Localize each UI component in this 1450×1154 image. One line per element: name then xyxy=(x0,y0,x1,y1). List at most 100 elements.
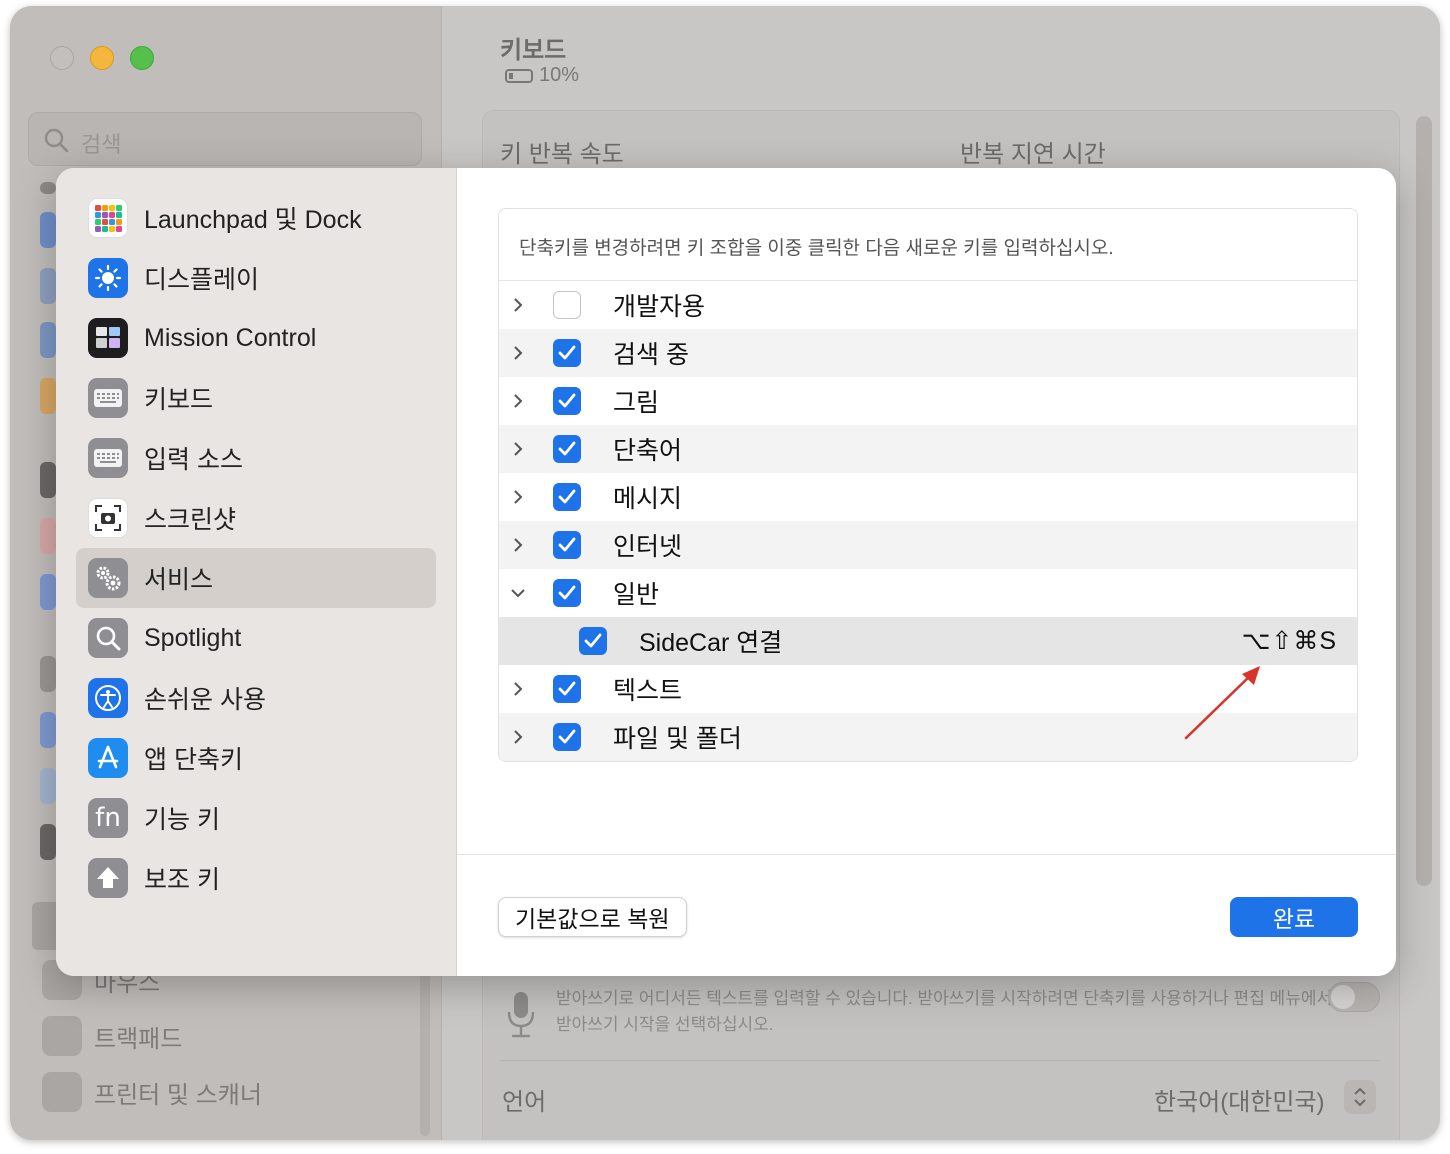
close-window-button[interactable] xyxy=(50,46,74,70)
main-scrollbar[interactable] xyxy=(1416,116,1432,886)
sidebar-item-screenshots[interactable]: 스크린샷 xyxy=(76,488,436,548)
sidebar-item-label: 프린터 및 스캐너 xyxy=(94,1081,262,1109)
checkmark-icon xyxy=(558,729,576,744)
maximize-window-button[interactable] xyxy=(130,46,154,70)
sidebar-item-launchpad-dock[interactable]: Launchpad 및 Dock xyxy=(76,188,436,248)
list-item-label: 파일 및 폴더 xyxy=(613,725,742,753)
checkbox[interactable] xyxy=(553,531,581,559)
battery-icon xyxy=(505,68,533,83)
list-item[interactable]: 인터넷 xyxy=(499,521,1357,569)
chevron-right-icon[interactable] xyxy=(509,440,527,458)
sidebar-item-function-keys[interactable]: fn 기능 키 xyxy=(76,788,436,848)
checkmark-icon xyxy=(558,345,576,360)
divider xyxy=(500,1060,1380,1061)
sidebar-item-modifier-keys[interactable]: 보조 키 xyxy=(76,848,436,908)
shortcut-keys[interactable]: ⌥⇧⌘S xyxy=(1242,626,1337,656)
printer-icon xyxy=(42,1072,82,1112)
keyboard-icon xyxy=(88,378,128,418)
sidebar-item-printers[interactable]: 프린터 및 스캐너 xyxy=(42,1072,262,1112)
partial-sidebar-icon xyxy=(40,712,56,748)
sidebar-item-label: 디스플레이 xyxy=(144,266,260,294)
sidebar-item-app-shortcuts[interactable]: 앱 단축키 xyxy=(76,728,436,788)
sidebar-item-trackpad[interactable]: 트랙패드 xyxy=(42,1016,182,1056)
sheet-footer: 기본값으로 복원 완료 xyxy=(457,854,1396,976)
modifier-keys-icon xyxy=(88,858,128,898)
list-item[interactable]: 개발자용 xyxy=(499,281,1357,329)
checkbox[interactable] xyxy=(579,627,607,655)
sidebar-item-label: 입력 소스 xyxy=(144,446,243,474)
checkbox[interactable] xyxy=(553,435,581,463)
annotation-arrow-icon xyxy=(1184,666,1260,740)
shortcuts-sidebar: Launchpad 및 Dock 디스플레이 Mission Control 키… xyxy=(56,168,457,976)
list-item-label: 일반 xyxy=(613,581,660,609)
sidebar-item-services[interactable]: 서비스 xyxy=(76,548,436,608)
app-shortcuts-icon xyxy=(88,738,128,778)
list-item[interactable]: 그림 xyxy=(499,377,1357,425)
chevron-right-icon[interactable] xyxy=(509,392,527,410)
search-placeholder: 검색 xyxy=(81,132,122,157)
minimize-window-button[interactable] xyxy=(90,46,114,70)
chevron-down-icon[interactable] xyxy=(509,584,527,602)
list-item[interactable]: 검색 중 xyxy=(499,329,1357,377)
checkbox[interactable] xyxy=(553,339,581,367)
chevron-right-icon[interactable] xyxy=(509,536,527,554)
partial-sidebar-icon xyxy=(40,322,56,358)
sidebar-item-mission-control[interactable]: Mission Control xyxy=(76,308,436,368)
accessibility-icon xyxy=(88,678,128,718)
sidebar-item-label: Mission Control xyxy=(144,323,317,352)
language-popup-button[interactable] xyxy=(1344,1080,1376,1114)
checkbox[interactable] xyxy=(553,387,581,415)
partial-sidebar-icon xyxy=(40,656,56,692)
language-label: 언어 xyxy=(502,1089,547,1116)
partial-sidebar-icon xyxy=(40,182,56,194)
list-item-sidecar[interactable]: SideCar 연결 ⌥⇧⌘S xyxy=(499,617,1357,665)
shortcuts-content: 단축키를 변경하려면 키 조합을 이중 클릭한 다음 새로운 키를 입력하십시오… xyxy=(457,168,1396,854)
partial-sidebar-icon xyxy=(40,378,56,414)
restore-defaults-button[interactable]: 기본값으로 복원 xyxy=(498,897,687,937)
battery-level: 10% xyxy=(539,64,580,86)
sidebar-item-accessibility[interactable]: 손쉬운 사용 xyxy=(76,668,436,728)
sidebar-item-label: 서비스 xyxy=(144,566,214,594)
partial-sidebar-icon xyxy=(40,574,56,610)
sidebar-item-label: Launchpad 및 Dock xyxy=(144,206,362,234)
sidebar-item-keyboard[interactable]: 키보드 xyxy=(76,368,436,428)
chevron-right-icon[interactable] xyxy=(509,728,527,746)
checkbox[interactable] xyxy=(553,291,581,319)
partial-sidebar-icon xyxy=(40,462,56,498)
sidebar-item-label: 보조 키 xyxy=(144,866,220,894)
search-field[interactable]: 검색 xyxy=(28,112,422,166)
keyboard-shortcuts-sheet: Launchpad 및 Dock 디스플레이 Mission Control 키… xyxy=(56,168,1396,976)
chevron-right-icon[interactable] xyxy=(509,488,527,506)
list-item[interactable]: 메시지 xyxy=(499,473,1357,521)
repeat-delay-label: 반복 지연 시간 xyxy=(960,141,1106,168)
chevron-right-icon[interactable] xyxy=(509,296,527,314)
sidebar-item-spotlight[interactable]: Spotlight xyxy=(76,608,436,668)
list-item[interactable]: 일반 xyxy=(499,569,1357,617)
list-item-label: 메시지 xyxy=(613,485,683,513)
partial-sidebar-icon xyxy=(40,518,56,554)
list-item-label: SideCar 연결 xyxy=(639,629,783,657)
chevron-right-icon[interactable] xyxy=(509,344,527,362)
sidebar-item-label: 트랙패드 xyxy=(94,1025,183,1053)
microphone-icon xyxy=(507,992,535,1038)
sidebar-item-label: Spotlight xyxy=(144,623,242,652)
sidebar-item-input-sources[interactable]: 입력 소스 xyxy=(76,428,436,488)
checkmark-icon xyxy=(558,441,576,456)
trackpad-icon xyxy=(42,1016,82,1056)
done-button[interactable]: 완료 xyxy=(1230,897,1358,937)
list-item[interactable]: 단축어 xyxy=(499,425,1357,473)
input-source-icon xyxy=(88,438,128,478)
services-icon xyxy=(88,558,128,598)
checkbox[interactable] xyxy=(553,723,581,751)
launchpad-icon xyxy=(88,198,128,238)
chevron-right-icon[interactable] xyxy=(509,680,527,698)
checkbox[interactable] xyxy=(553,675,581,703)
dictation-toggle[interactable] xyxy=(1328,982,1380,1012)
sidebar-item-display[interactable]: 디스플레이 xyxy=(76,248,436,308)
checkbox[interactable] xyxy=(553,483,581,511)
screenshot-icon xyxy=(88,498,128,538)
checkmark-icon xyxy=(584,633,602,648)
display-icon xyxy=(88,258,128,298)
sidebar-item-label: 스크린샷 xyxy=(144,506,237,534)
checkbox[interactable] xyxy=(553,579,581,607)
